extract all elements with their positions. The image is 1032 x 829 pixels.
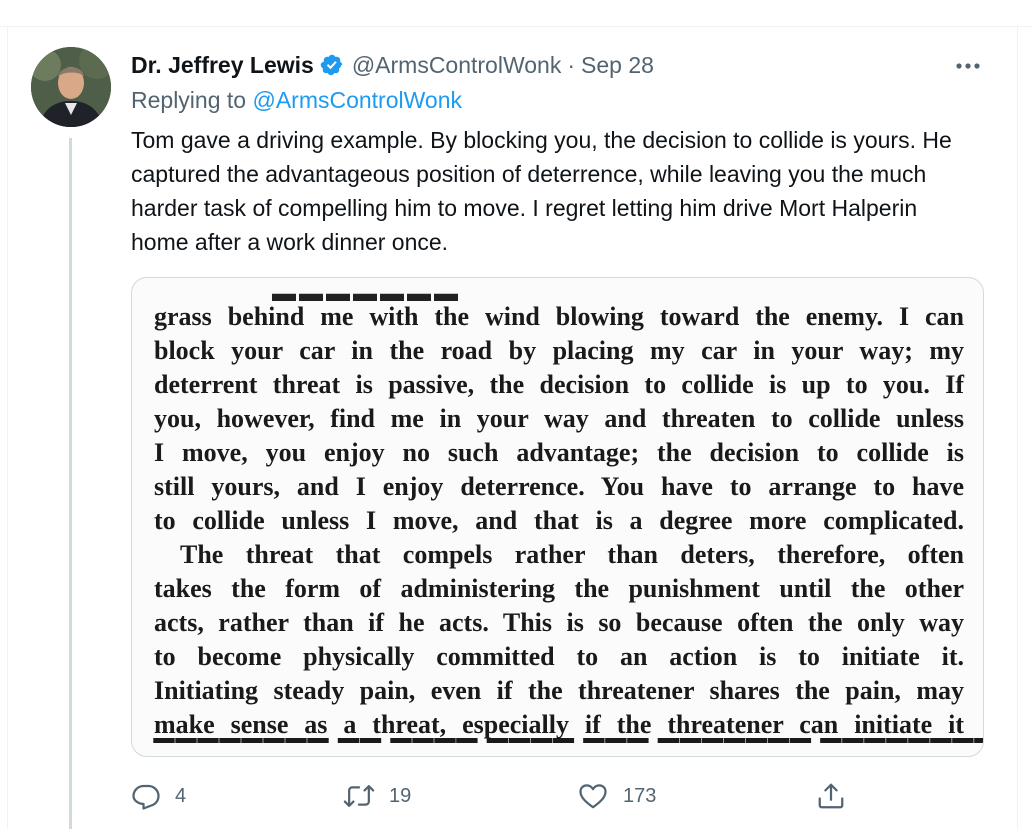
page-line: grass behind me with the wind blowing to… xyxy=(154,302,964,331)
page-line: to collide unless I move, and that is a … xyxy=(154,506,964,535)
more-icon[interactable] xyxy=(954,52,982,80)
reply-count: 4 xyxy=(175,784,187,807)
frame-left-divider xyxy=(7,26,8,829)
page-line: still yours, and I enjoy deterrence. You… xyxy=(154,472,964,501)
tweet-header: Dr. Jeffrey Lewis @ArmsControlWonk · Sep… xyxy=(131,48,654,82)
page-line: you, however, find me in your way and th… xyxy=(154,404,964,433)
retweet-count: 19 xyxy=(389,784,412,807)
verified-badge-icon xyxy=(320,53,344,77)
page-line: acts, rather than if he acts. This is so… xyxy=(154,608,964,637)
tweet-actions: 4 19 173 xyxy=(131,778,981,814)
page-line: make sense as a threat, especially if th… xyxy=(154,710,964,739)
like-icon xyxy=(579,784,607,809)
page-line: to become physically committed to an act… xyxy=(154,642,964,671)
avatar[interactable] xyxy=(31,47,111,127)
page-line: block your car in the road by placing my… xyxy=(154,336,964,365)
tweet-media-image[interactable]: ▬▬▬ ▬▬▬▬▬ ▬▬ ▬▬▬▬▬▬ ▬▬▬▬▬▬▬ grass behind… xyxy=(131,277,984,757)
share-button[interactable] xyxy=(816,778,846,814)
reply-icon xyxy=(132,784,160,810)
page-line: deterrent threat is passive, the decisio… xyxy=(154,370,964,399)
frame-right-divider xyxy=(1017,26,1018,829)
share-icon xyxy=(818,783,844,809)
media-cropped-line: ▔▔▔▔▔▔▔▔ ▔▔ ▔▔▔▔ ▔▔▔▔ ▔▔▔ ▔▔▔▔▔▔▔ ▔▔▔▔▔▔… xyxy=(154,740,983,757)
replying-to-mention[interactable]: @ArmsControlWonk xyxy=(252,87,462,113)
retweet-button[interactable]: 19 xyxy=(343,778,411,814)
author-handle[interactable]: @ArmsControlWonk xyxy=(352,52,562,79)
thread-connector-line xyxy=(69,138,72,829)
like-button[interactable]: 173 xyxy=(577,778,656,814)
page-line: takes the form of administering the puni… xyxy=(154,574,964,603)
like-count: 173 xyxy=(623,784,657,807)
page-line: Initiating steady pain, even if the thre… xyxy=(154,676,964,705)
header-separator: · xyxy=(567,51,576,78)
frame-top-divider xyxy=(0,26,1032,27)
retweet-icon xyxy=(343,785,375,807)
tweet-date[interactable]: Sep 28 xyxy=(581,52,654,79)
page-line: The threat that compels rather than dete… xyxy=(180,540,964,569)
page-line: I move, you enjoy no such advantage; the… xyxy=(154,438,964,467)
author-name[interactable]: Dr. Jeffrey Lewis xyxy=(131,52,314,79)
replying-to-line: Replying to @ArmsControlWonk xyxy=(131,87,462,114)
book-page-text: grass behind me with the wind blowing to… xyxy=(154,300,964,742)
media-cropped-heading: ▬▬▬ ▬▬▬▬▬ ▬▬ ▬▬▬▬▬▬ ▬▬▬▬▬▬▬ xyxy=(272,278,728,307)
reply-button[interactable]: 4 xyxy=(131,778,186,814)
tweet-text: Tom gave a driving example. By blocking … xyxy=(131,127,952,255)
avatar-photo xyxy=(31,47,111,127)
replying-to-prefix: Replying to xyxy=(131,87,253,113)
